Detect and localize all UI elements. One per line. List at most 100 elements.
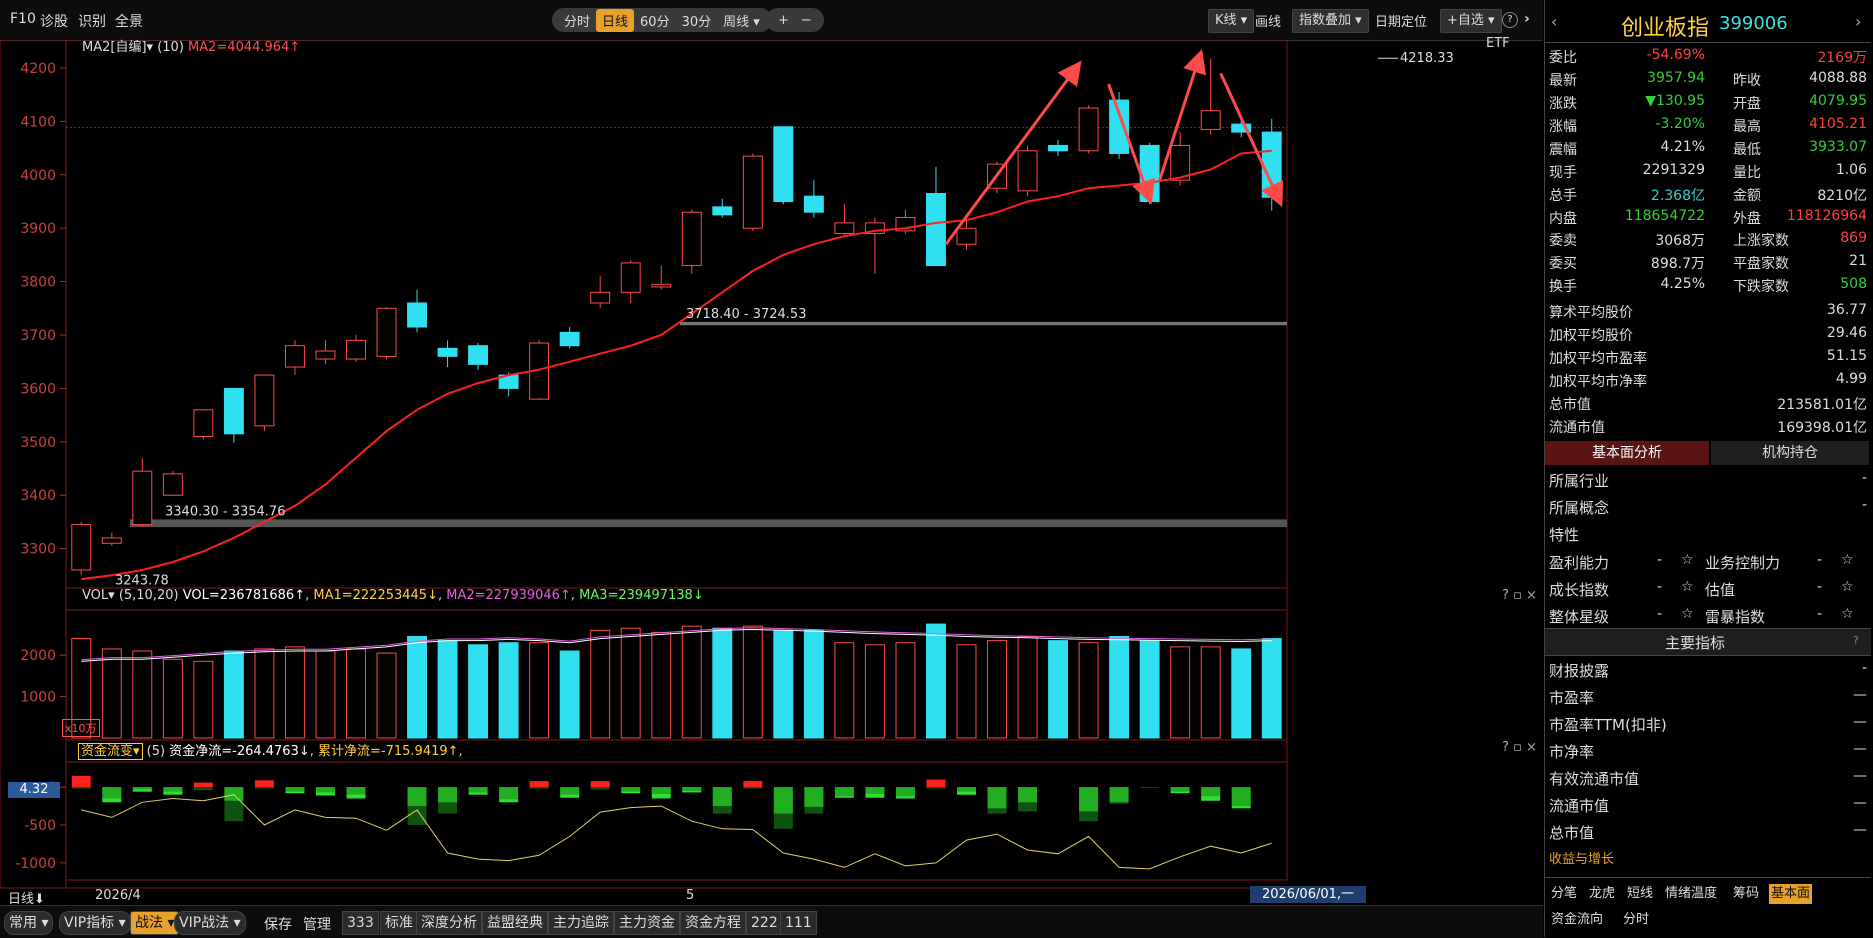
add-watchlist-button[interactable]: +自选 ▾ (1440, 9, 1502, 33)
key-row[interactable]: 有效流通市值 — (1545, 766, 1871, 788)
rating-value: - (1657, 579, 1663, 595)
bottom-tab[interactable]: 分时 (1621, 910, 1651, 930)
rating-value-right: - (1817, 552, 1823, 568)
tab-classic[interactable]: 益盟经典 (482, 911, 548, 935)
bottom-tab[interactable]: 筹码 (1731, 884, 1761, 904)
flow-legend-name[interactable]: 资金流变▾ (78, 743, 143, 760)
tab-deep-analysis[interactable]: 深度分析 (416, 911, 482, 935)
key-indicators-header[interactable]: 主要指标 ? (1545, 628, 1871, 656)
flow-bar-outflow-secondary (1079, 787, 1099, 822)
volume-bar (651, 631, 672, 739)
ma-legend-name[interactable]: MA2[自编]▾ (82, 40, 153, 55)
period-weekly[interactable]: 周线 ▾ (717, 9, 766, 32)
stat-row: 算术平均股价 36.77 (1545, 300, 1871, 322)
key-label: 有效流通市值 (1549, 770, 1640, 788)
tab-333[interactable]: 333 (342, 911, 379, 935)
kline-dropdown[interactable]: K线 ▾ (1208, 9, 1255, 33)
f10-button[interactable]: F10 (10, 11, 36, 27)
zoom-out-button[interactable]: − (795, 11, 818, 30)
volume-bar (162, 658, 183, 739)
growth-label[interactable]: 收益与增长 (1549, 848, 1614, 867)
next-arrow-icon[interactable]: › (1855, 12, 1861, 31)
quote-row: 震幅 4.21% 最低 3933.07 (1545, 137, 1871, 159)
fund-row[interactable]: 所属概念 - (1545, 495, 1871, 517)
period-30min[interactable]: 30分 (676, 9, 718, 32)
key-row[interactable]: 总市值 — (1545, 820, 1871, 842)
stat-label: 加权平均股价 (1549, 328, 1633, 344)
key-value: - (1861, 660, 1867, 676)
star-icon[interactable]: ☆ (1841, 606, 1854, 622)
save-button[interactable]: 保存 (264, 914, 292, 934)
bottom-tab[interactable]: 资金流向 (1549, 910, 1605, 930)
tab-strategy[interactable]: 战法 ▾ (130, 911, 180, 935)
index-code: 399006 (1719, 13, 1788, 34)
draw-line-button[interactable]: 画线 (1255, 11, 1281, 30)
key-row[interactable]: 市盈率TTM(扣非) — (1545, 712, 1871, 734)
key-row[interactable]: 市盈率 — (1545, 685, 1871, 707)
key-value: — (1853, 795, 1867, 811)
vol-ytick-label: 2000 (20, 648, 56, 664)
stat-row: 加权平均市盈率 51.15 (1545, 346, 1871, 368)
key-row[interactable]: 市净率 — (1545, 739, 1871, 761)
fund-row[interactable]: 所属行业 - (1545, 468, 1871, 490)
date-locate-button[interactable]: 日期定位 (1375, 11, 1427, 30)
flow-bar-outflow-secondary (895, 787, 915, 797)
etf-label[interactable]: ETF (1486, 36, 1510, 51)
tab-main-funds[interactable]: 主力资金 (614, 911, 680, 935)
tab-vip-strategy[interactable]: VIP战法 ▾ (174, 911, 246, 935)
period-60min[interactable]: 60分 (634, 9, 676, 32)
diagnose-button[interactable]: 诊股 (40, 11, 68, 31)
flow-bar-outflow-secondary (712, 787, 732, 814)
bottom-tab[interactable]: 基本面 (1769, 884, 1813, 904)
quote-value: 3957.94 (1647, 70, 1705, 86)
cursor-date-label: 2026/06/01,一 (1250, 886, 1366, 903)
tab-institution[interactable]: 机构持仓 (1711, 441, 1869, 465)
key-row[interactable]: 财报披露 - (1545, 658, 1871, 680)
flow-net: 资金净流=-264.4763↓ (169, 744, 310, 759)
help-icon[interactable]: ? (1502, 12, 1518, 28)
key-row[interactable]: 流通市值 — (1545, 793, 1871, 815)
tab-222[interactable]: 222 (746, 911, 783, 935)
tab-vip-indicators[interactable]: VIP指标 ▾ (59, 911, 131, 935)
star-icon[interactable]: ☆ (1841, 579, 1854, 595)
chart-area[interactable]: 4200 4100 4000 3900 3800 3700 3600 3500 3400 3300… (0, 40, 1543, 905)
identify-button[interactable]: 识别 (78, 11, 106, 31)
star-icon[interactable]: ☆ (1681, 606, 1694, 622)
vol-panel-controls[interactable]: ? ▫ × (1502, 588, 1537, 603)
key-value: — (1853, 714, 1867, 730)
stat-label: 总市值 (1549, 397, 1591, 413)
manage-button[interactable]: 管理 (303, 914, 331, 934)
star-icon[interactable]: ☆ (1681, 579, 1694, 595)
bottom-tab[interactable]: 短线 (1625, 884, 1655, 904)
key-value: — (1853, 768, 1867, 784)
quote-label: 涨幅 (1549, 119, 1577, 135)
flow-bar-outflow-secondary (1231, 787, 1251, 807)
tab-111[interactable]: 111 (780, 911, 817, 935)
tab-fundamental[interactable]: 基本面分析 (1545, 441, 1709, 465)
stat-label: 流通市值 (1549, 420, 1605, 436)
bottom-tab[interactable]: 情绪温度 (1663, 884, 1719, 904)
stat-row: 加权平均市净率 4.99 (1545, 369, 1871, 391)
star-icon[interactable]: ☆ (1841, 552, 1854, 568)
overview-button[interactable]: 全景 (115, 11, 143, 31)
period-intraday[interactable]: 分时 (558, 9, 596, 32)
volume-bar (1200, 646, 1221, 739)
collapse-icon[interactable]: › (1524, 11, 1530, 27)
index-overlay-dropdown[interactable]: 指数叠加 ▾ (1292, 9, 1369, 33)
tab-standard[interactable]: 标准 (380, 911, 418, 935)
tab-common[interactable]: 常用 ▾ (4, 911, 54, 935)
bottom-tab[interactable]: 龙虎 (1587, 884, 1617, 904)
vol-legend-name[interactable]: VOL▾ (82, 588, 115, 603)
ma-legend: MA2[自编]▾ (10) MA2=4044.964↑ (82, 36, 300, 55)
tab-main-tracking[interactable]: 主力追踪 (548, 911, 614, 935)
tab-fund-equation[interactable]: 资金方程 (680, 911, 746, 935)
volume-bar (925, 623, 946, 739)
period-daily[interactable]: 日线 (596, 8, 635, 32)
prev-arrow-icon[interactable]: ‹ (1551, 12, 1557, 31)
zoom-in-button[interactable]: + (772, 11, 795, 30)
help-icon[interactable]: ? (1853, 634, 1859, 647)
star-icon[interactable]: ☆ (1681, 552, 1694, 568)
flow-bar-outflow-secondary (682, 787, 702, 791)
flow-panel-controls[interactable]: ? ▫ × (1502, 740, 1537, 755)
bottom-tab[interactable]: 分笔 (1549, 884, 1579, 904)
